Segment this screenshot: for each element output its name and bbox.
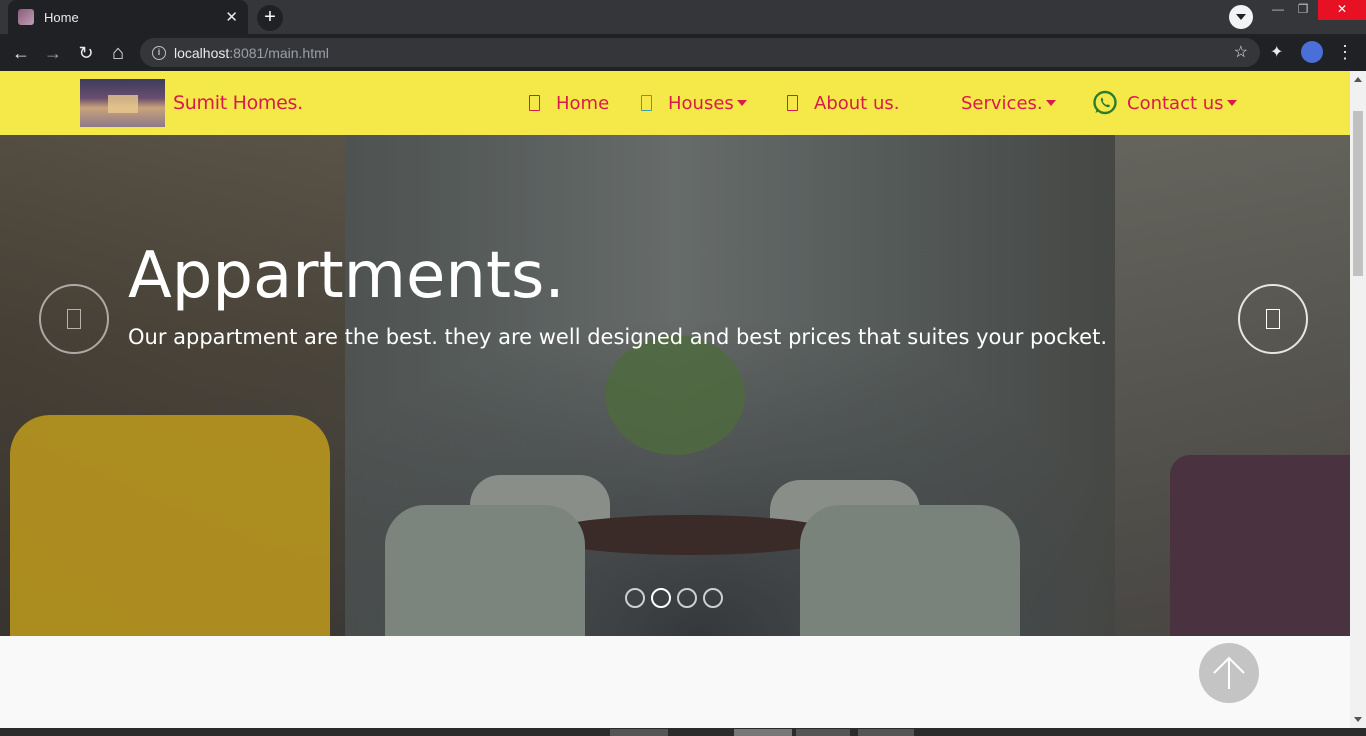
extensions-puzzle-icon[interactable]: ✦ [1270,42,1283,62]
taskbar-item[interactable] [610,729,668,736]
site-favicon-icon [18,9,34,25]
site-info-icon[interactable]: i [152,45,166,60]
arrow-up-icon [1213,656,1245,689]
nav-item-contact[interactable]: Contact us [1092,90,1237,115]
back-icon[interactable]: ← [8,40,34,66]
reload-icon[interactable]: ↻ [73,40,99,66]
hero-title: Appartments. [128,239,565,313]
hero-carousel: Appartments. Our appartment are the best… [0,135,1350,636]
nav-item-label: Houses [668,92,734,114]
browser-tab[interactable]: Home ✕ [8,0,248,34]
window-restore-button[interactable]: ❐ [1295,0,1311,20]
hero-subtitle: Our appartment are the best. they are we… [128,325,1107,349]
carousel-next-button[interactable] [1238,284,1308,354]
next-icon [1266,309,1280,329]
caret-down-icon [1045,100,1056,106]
hero-background-shape [1170,455,1350,636]
page-icon [529,95,540,111]
browser-toolbar: ← → ↻ ⌂ i localhost :8081/main.html ☆ ✦ … [0,34,1366,71]
taskbar-item[interactable] [734,729,792,736]
downloads-icon[interactable] [1229,5,1253,29]
nav-item-houses[interactable]: Houses [641,91,747,115]
browser-tabbar: Home ✕ + — ❐ ✕ [0,0,1366,34]
browser-menu-icon[interactable]: ⋮ [1336,40,1354,64]
carousel-indicator-dot[interactable] [651,588,671,608]
carousel-prev-button[interactable] [39,284,109,354]
page-scrollbar[interactable] [1350,71,1366,728]
window-minimize-button[interactable]: — [1270,0,1286,20]
scroll-to-top-button[interactable] [1199,643,1259,703]
url-host: localhost [174,44,230,61]
os-taskbar [0,728,1366,736]
hero-background-shape [385,505,585,636]
carousel-indicator-dot[interactable] [625,588,645,608]
prev-icon [67,309,81,329]
info-icon [787,95,798,111]
caret-down-icon [736,100,747,106]
building-icon [641,95,652,111]
brand-name[interactable]: Sumit Homes. [173,92,303,114]
scroll-down-arrow-icon[interactable] [1354,717,1362,722]
hero-background-shape [605,335,745,455]
carousel-indicator-dot[interactable] [677,588,697,608]
url-path: :8081/main.html [229,44,329,61]
new-tab-button[interactable]: + [257,5,283,31]
window-close-button[interactable]: ✕ [1318,0,1366,20]
scroll-up-arrow-icon[interactable] [1354,77,1362,82]
profile-avatar[interactable] [1301,41,1323,63]
scrollbar-thumb[interactable] [1353,111,1363,276]
hero-background-shape [800,505,1020,636]
carousel-indicator-dot[interactable] [703,588,723,608]
brand-logo-image[interactable] [80,79,165,127]
nav-item-label: Home [556,92,610,114]
tab-close-icon[interactable]: ✕ [225,8,238,26]
nav-item-about[interactable]: About us. [787,91,899,115]
caret-down-icon [1226,100,1237,106]
taskbar-item[interactable] [796,729,850,736]
site-navbar: Sumit Homes. Home Houses About us. Servi… [0,71,1350,135]
nav-item-services[interactable]: Services. [961,91,1056,115]
taskbar-item[interactable] [858,729,914,736]
page-viewport: Sumit Homes. Home Houses About us. Servi… [0,71,1350,728]
home-icon[interactable]: ⌂ [105,40,131,66]
nav-item-label: About us. [814,92,900,114]
nav-item-label: Contact us [1127,92,1224,114]
nav-item-home[interactable]: Home [529,91,609,115]
whatsapp-icon [1093,90,1117,115]
carousel-indicators [625,588,723,608]
hero-background-shape [10,415,330,636]
nav-item-label: Services. [961,92,1043,114]
address-bar[interactable]: i localhost :8081/main.html ☆ [140,38,1260,67]
tab-title: Home [44,9,79,25]
forward-icon[interactable]: → [40,40,66,66]
hero-background-shape [540,515,840,555]
bookmark-star-icon[interactable]: ☆ [1234,42,1248,62]
